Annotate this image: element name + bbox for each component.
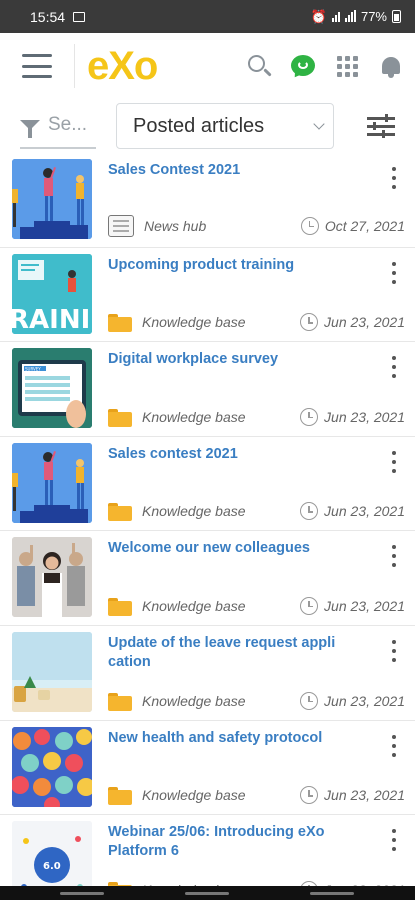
system-nav-bar (0, 886, 415, 900)
clock-icon (300, 216, 319, 235)
article-item[interactable]: SURVEY Digital workplace survey Knowledge … (0, 342, 415, 437)
article-item[interactable]: Update of the leave request appli cation… (0, 626, 415, 721)
article-thumbnail[interactable]: SURVEY (12, 348, 92, 429)
more-options-icon[interactable] (391, 356, 397, 379)
clock-icon (300, 313, 319, 332)
folder-icon (108, 786, 132, 806)
article-category: Knowledge base (142, 314, 246, 331)
article-category: Knowledge base (142, 597, 246, 614)
image-notification-icon (73, 11, 86, 22)
article-category: News hub (144, 217, 207, 234)
folder-icon (108, 597, 132, 616)
article-item[interactable]: Sales Contest 2021 News hub Oct 27, 2021 (0, 153, 415, 248)
clock-icon (300, 786, 319, 805)
clock-icon (300, 596, 319, 615)
more-options-icon[interactable] (391, 167, 397, 189)
more-options-icon[interactable] (391, 734, 397, 757)
article-title[interactable]: New health and safety protocol (108, 727, 405, 748)
status-time: 15:54 (30, 8, 66, 25)
article-title[interactable]: Sales contest 2021 (108, 443, 405, 464)
exo-logo[interactable]: eXo (87, 46, 158, 86)
search-icon[interactable] (247, 54, 272, 78)
article-title[interactable]: Upcoming product training (108, 254, 405, 275)
article-date: Jun 23, 2021 (324, 314, 405, 331)
article-thumbnail[interactable] (12, 631, 92, 712)
article-date: Oct 27, 2021 (324, 217, 405, 234)
folder-icon (108, 502, 132, 522)
chevron-down-icon (313, 118, 325, 130)
article-date: Jun 23, 2021 (324, 408, 405, 425)
svg-text:6.0: 6.0 (43, 861, 61, 872)
article-item[interactable]: RAININ Upcoming product training Knowledge… (0, 248, 415, 343)
signal-icon-2 (344, 10, 356, 22)
article-thumbnail[interactable] (12, 442, 92, 523)
article-type-select[interactable]: Posted articles (116, 103, 334, 149)
chat-icon[interactable] (290, 54, 315, 81)
article-date: Jun 23, 2021 (324, 597, 405, 614)
more-options-icon[interactable] (391, 545, 397, 568)
apps-grid-icon[interactable] (335, 54, 359, 78)
article-item[interactable]: Welcome our new colleagues Knowledge base… (0, 531, 415, 626)
news-hub-icon (108, 214, 134, 237)
article-title[interactable]: Digital workplace survey (108, 348, 405, 369)
more-options-icon[interactable] (391, 829, 397, 852)
folder-icon (108, 408, 132, 427)
notification-bell-icon[interactable] (379, 54, 403, 78)
filter-icon (20, 120, 40, 138)
folder-icon (108, 692, 132, 711)
header-divider (74, 44, 75, 88)
battery-percent: 77% (360, 9, 387, 24)
article-title[interactable]: Sales Contest 2021 (108, 159, 405, 180)
search-filter-input[interactable]: Se... (20, 103, 96, 149)
filter-settings-icon[interactable] (367, 114, 395, 138)
article-date: Jun 23, 2021 (324, 503, 405, 520)
clock-icon (300, 691, 319, 710)
article-thumbnail[interactable] (12, 726, 92, 807)
article-category: Knowledge base (142, 692, 246, 709)
more-options-icon[interactable] (391, 450, 397, 473)
article-title[interactable]: Welcome our new colleagues (108, 537, 405, 558)
svg-text:SURVEY: SURVEY (25, 367, 41, 372)
article-date: Jun 23, 2021 (324, 692, 405, 709)
select-value: Posted articles (133, 114, 265, 137)
article-category: Knowledge base (142, 787, 246, 804)
article-item[interactable]: New health and safety protocol Knowledge … (0, 721, 415, 816)
battery-icon (392, 10, 401, 23)
article-date: Jun 23, 2021 (324, 787, 405, 804)
app-header: eXo (0, 33, 415, 99)
more-options-icon[interactable] (391, 639, 397, 662)
articles-list: Sales Contest 2021 News hub Oct 27, 2021 RA… (0, 153, 415, 900)
svg-text:RAININ: RAININ (12, 305, 92, 334)
article-thumbnail[interactable]: RAININ (12, 253, 92, 334)
menu-icon[interactable] (22, 54, 52, 78)
more-options-icon[interactable] (391, 261, 397, 284)
article-item[interactable]: Sales contest 2021 Knowledge base Jun 23, … (0, 437, 415, 532)
alarm-icon: ⏰ (310, 8, 327, 24)
article-category: Knowledge base (142, 408, 246, 425)
signal-icon (331, 11, 340, 22)
article-thumbnail[interactable] (12, 159, 92, 239)
article-title[interactable]: Webinar 25/06: Introducing eXo Platform … (108, 821, 405, 861)
search-placeholder: Se... (48, 114, 88, 135)
folder-icon (108, 313, 132, 333)
filter-bar: Se... Posted articles (0, 99, 415, 153)
status-bar: 15:54 ⏰ 77% (0, 0, 415, 33)
article-thumbnail[interactable] (12, 537, 92, 618)
clock-icon (300, 407, 319, 426)
article-category: Knowledge base (142, 503, 246, 520)
clock-icon (300, 502, 319, 521)
article-title[interactable]: Update of the leave request appli cation (108, 632, 405, 672)
